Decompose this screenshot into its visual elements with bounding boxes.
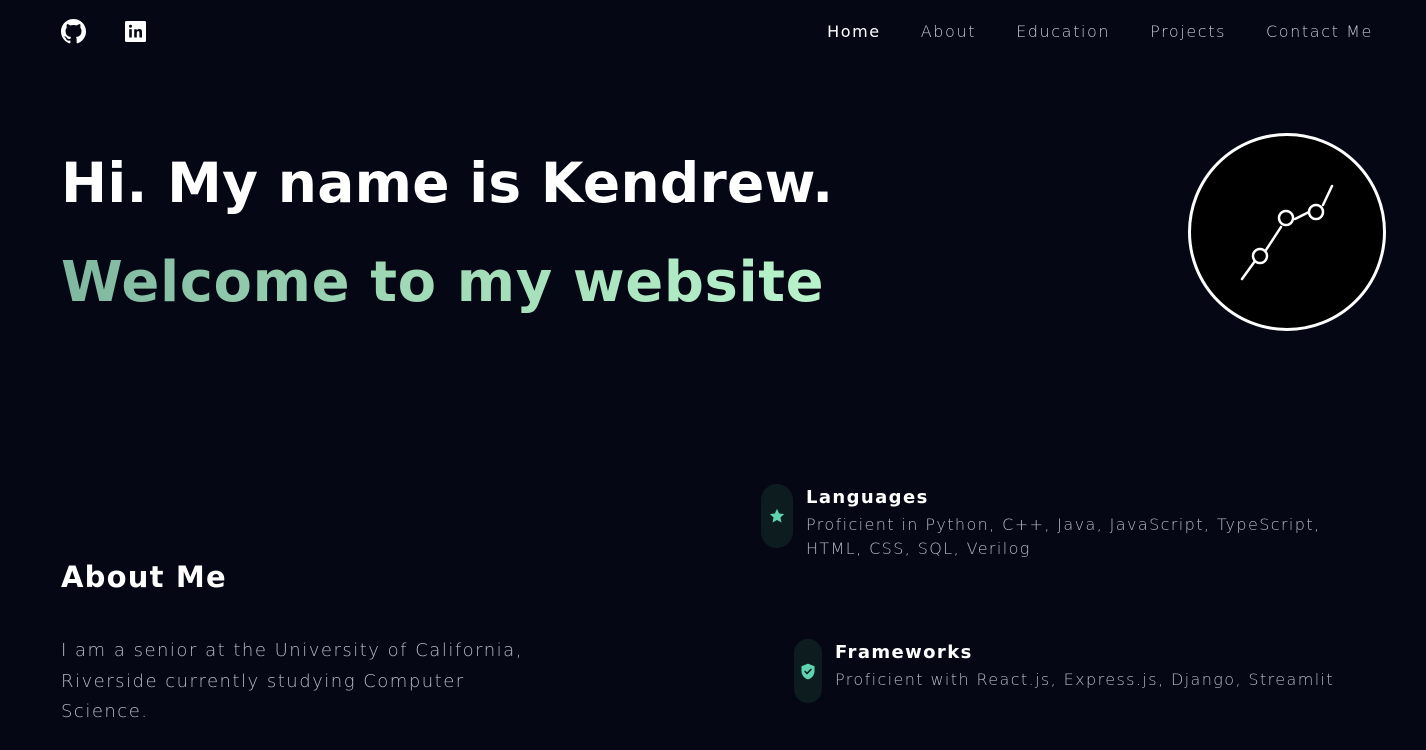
- nav-contact-me[interactable]: Contact Me: [1266, 21, 1373, 43]
- skill-body: Languages Proficient in Python, C++, Jav…: [806, 485, 1326, 561]
- about-title: About Me: [61, 560, 227, 594]
- shield-check-icon: [801, 663, 815, 679]
- skill-icon-pill: [794, 639, 822, 703]
- nav-projects[interactable]: Projects: [1150, 21, 1226, 43]
- about-text: I am a senior at the University of Calif…: [61, 640, 523, 722]
- linkedin-icon: [125, 21, 146, 42]
- skill-body: Frameworks Proficient with React.js, Exp…: [835, 640, 1355, 692]
- skill-frameworks: Frameworks Proficient with React.js, Exp…: [794, 639, 1355, 703]
- skill-description: Proficient in Python, C++, Java, JavaScr…: [806, 515, 1321, 558]
- github-link[interactable]: [61, 19, 86, 44]
- skill-name: Languages: [806, 487, 929, 508]
- skill-languages: Languages Proficient in Python, C++, Jav…: [761, 484, 1326, 561]
- skill-icon-pill: [761, 484, 793, 548]
- nav-home[interactable]: Home: [827, 21, 881, 43]
- main-nav: Home About Education Projects Contact Me: [827, 21, 1373, 43]
- hero-title: Hi. My name is Kendrew.: [61, 151, 834, 215]
- skill-description: Proficient with React.js, Express.js, Dj…: [835, 670, 1335, 689]
- linkedin-link[interactable]: [125, 21, 146, 42]
- hero-subtitle: Welcome to my website: [61, 247, 824, 319]
- nav-education[interactable]: Education: [1016, 21, 1110, 43]
- skill-name: Frameworks: [835, 642, 973, 663]
- social-links: [61, 19, 146, 44]
- page: Home About Education Projects Contact Me…: [0, 0, 1426, 750]
- site-logo: [1188, 133, 1386, 331]
- github-icon: [61, 19, 86, 44]
- nav-about[interactable]: About: [921, 21, 976, 43]
- star-icon: [769, 508, 785, 523]
- line-chart-logo-icon: [1240, 184, 1334, 281]
